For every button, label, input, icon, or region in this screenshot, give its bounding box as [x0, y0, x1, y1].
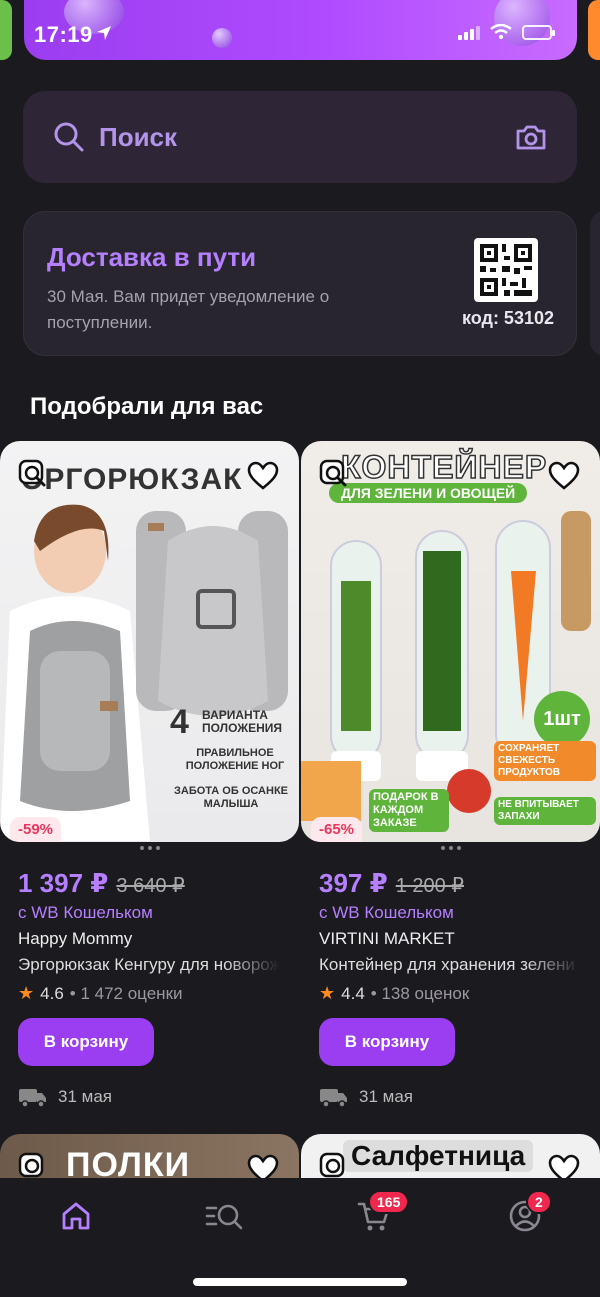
status-time: 17:19: [34, 22, 93, 47]
catalog-search-icon: [205, 1204, 243, 1230]
product-card[interactable]: КОНТЕЙНЕР ДЛЯ ЗЕЛЕНИ И ОВОЩЕЙ 1шт ПОДАРО…: [301, 441, 600, 1108]
signal-icon: [458, 24, 480, 40]
brand: VIRTINI MARKET: [319, 929, 455, 948]
product-image[interactable]: КОНТЕЙНЕР ДЛЯ ЗЕЛЕНИ И ОВОЩЕЙ 1шт ПОДАРО…: [301, 441, 600, 842]
search-bar[interactable]: Поиск: [23, 91, 577, 183]
delivery-code: код: 53102: [461, 308, 554, 328]
rating-value: 4.6: [40, 983, 64, 1003]
heart-icon[interactable]: [548, 461, 580, 491]
product-name: Эргорюкзак Кенгуру для новорожденных: [18, 955, 280, 974]
wifi-icon: [490, 24, 512, 40]
visual-search-icon[interactable]: [319, 459, 349, 489]
delivery-date-text: 31 мая: [359, 1087, 413, 1106]
delivery-date: 31 мая: [0, 1086, 299, 1108]
cart-badge: 165: [368, 1190, 410, 1214]
price: 1 397 ₽: [18, 868, 109, 898]
search-input[interactable]: Поиск: [99, 122, 177, 153]
location-arrow-icon: [96, 25, 112, 46]
status-icons: [458, 24, 555, 40]
rating-value: 4.4: [341, 983, 365, 1003]
wallet-label: с WB Кошельком: [18, 903, 153, 922]
image-feature: НЕ ВПИТЫВАЕТ ЗАПАХИ: [494, 797, 596, 825]
tab-home[interactable]: [56, 1196, 96, 1236]
product-photo: [301, 511, 591, 821]
home-icon: [62, 1202, 90, 1230]
camera-icon[interactable]: [515, 123, 547, 151]
add-to-cart-button[interactable]: В корзину: [319, 1018, 455, 1066]
visual-search-icon[interactable]: [18, 459, 48, 489]
banner-peek-left: [0, 0, 12, 60]
image-feature: ПРАВИЛЬНОЕ ПОЛОЖЕНИЕ НОГ: [185, 747, 285, 772]
image-pagination-dots: [301, 846, 600, 850]
image-heading: КОНТЕЙНЕР: [340, 448, 548, 486]
bubble-decoration: [212, 28, 232, 48]
tab-catalog[interactable]: [204, 1196, 244, 1236]
banner-peek-right: [588, 0, 600, 60]
section-title: Подобрали для вас: [30, 393, 264, 420]
price-row: 1 397 ₽ 3 640 ₽: [0, 868, 299, 899]
delivery-card[interactable]: Доставка в пути 30 Мая. Вам придет уведо…: [23, 211, 577, 356]
price-row: 397 ₽ 1 200 ₽: [301, 868, 600, 899]
add-to-cart-button[interactable]: В корзину: [18, 1018, 154, 1066]
wallet-label: с WB Кошельком: [319, 903, 454, 922]
brand: Happy Mommy: [18, 929, 133, 948]
search-icon: [54, 122, 84, 152]
image-feature-number: 4: [170, 703, 189, 741]
reviews-count: • 1 472 оценки: [69, 983, 183, 1003]
delivery-date: 31 мая: [301, 1086, 600, 1108]
quantity-badge: 1шт: [534, 691, 590, 747]
product-image[interactable]: ЭРГОРЮКЗАК 4 ВАРИАНТА ПОЛОЖЕНИЯ ПРАВИЛЬН…: [0, 441, 299, 842]
star-icon: ★: [18, 983, 35, 1003]
price: 397 ₽: [319, 868, 388, 898]
image-gift: ПОДАРОК В КАЖДОМ ЗАКАЗЕ: [369, 789, 449, 832]
image-feature: ВАРИАНТА ПОЛОЖЕНИЯ: [202, 708, 283, 735]
qr-code-icon[interactable]: [474, 238, 538, 302]
home-indicator: [193, 1278, 407, 1286]
battery-icon: [522, 24, 555, 40]
rating: ★ 4.4 • 138 оценок: [301, 983, 600, 1004]
delivery-card-peek[interactable]: [590, 211, 600, 356]
truck-icon: [320, 1089, 347, 1108]
old-price: 3 640 ₽: [116, 875, 185, 897]
heart-icon[interactable]: [247, 461, 279, 491]
image-subheading: ДЛЯ ЗЕЛЕНИ И ОВОЩЕЙ: [329, 483, 528, 503]
carrier-photo: [136, 511, 288, 716]
discount-badge: -65%: [311, 817, 363, 842]
star-icon: ★: [319, 983, 336, 1003]
product-name: Контейнер для хранения зелени: [319, 955, 575, 974]
delivery-text: 30 Мая. Вам придет уведомление о поступл…: [47, 287, 330, 332]
delivery-date-text: 31 мая: [58, 1087, 112, 1106]
truck-icon: [19, 1089, 46, 1108]
image-feature: ЗАБОТА ОБ ОСАНКЕ МАЛЫША: [173, 785, 288, 810]
peek-image-text: Салфетница: [343, 1140, 534, 1172]
profile-badge: 2: [526, 1190, 552, 1214]
reviews-count: • 138 оценок: [370, 983, 470, 1003]
old-price: 1 200 ₽: [395, 875, 465, 897]
delivery-title: Доставка в пути: [47, 242, 257, 272]
image-feature: СОХРАНЯЕТ СВЕЖЕСТЬ ПРОДУКТОВ: [494, 741, 596, 781]
image-heading: ЭРГОРЮКЗАК: [22, 463, 243, 496]
discount-badge: -59%: [10, 817, 62, 842]
product-card[interactable]: ЭРГОРЮКЗАК 4 ВАРИАНТА ПОЛОЖЕНИЯ ПРАВИЛЬН…: [0, 441, 299, 1108]
rating: ★ 4.6 • 1 472 оценки: [0, 983, 299, 1004]
image-pagination-dots: [0, 846, 299, 850]
